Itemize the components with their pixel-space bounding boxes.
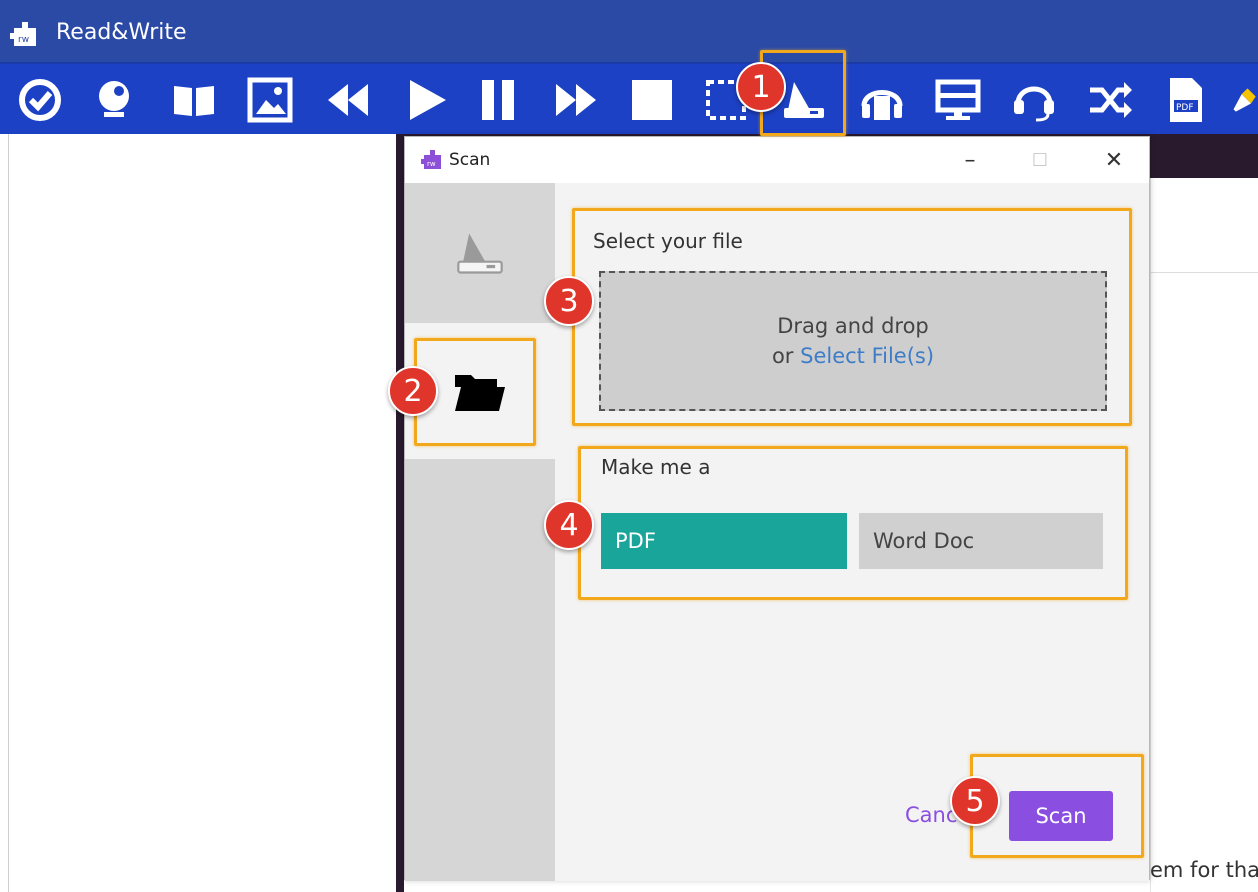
fast-forward-icon[interactable] [548, 72, 604, 128]
svg-text:PDF: PDF [1176, 103, 1194, 113]
scanner-icon [457, 233, 503, 274]
step-badge: 2 [388, 366, 438, 416]
screenshot-root: rw Read&Write PDF em for that rw Scan – … [0, 0, 1258, 892]
svg-text:rw: rw [18, 35, 29, 45]
dialog-titlebar: rw Scan – ☐ ✕ [405, 137, 1149, 183]
pause-icon[interactable] [470, 72, 526, 128]
close-button[interactable]: ✕ [1093, 143, 1135, 177]
background-window-edge [396, 178, 404, 892]
nav-scan-tab[interactable] [405, 183, 555, 323]
picture-dictionary-book-icon[interactable] [166, 72, 222, 128]
dictionary-icon[interactable] [86, 72, 142, 128]
shuffle-icon[interactable] [1082, 72, 1138, 128]
svg-text:rw: rw [427, 160, 436, 168]
dialog-title: Scan [449, 150, 491, 170]
step-badge: 1 [736, 62, 786, 112]
maximize-button[interactable]: ☐ [1019, 143, 1061, 177]
app-titlebar: rw Read&Write [0, 0, 1258, 62]
play-icon[interactable] [398, 72, 454, 128]
step-badge: 3 [544, 276, 594, 326]
read-and-write-logo-icon: rw [10, 22, 36, 46]
headset-icon[interactable] [1006, 72, 1062, 128]
background-partial-text: em for that [1150, 858, 1258, 882]
highlight-box-format [578, 446, 1128, 600]
read-and-write-logo-icon: rw [421, 150, 441, 169]
toolbar: PDF [0, 62, 1258, 134]
screen-masking-icon[interactable] [930, 72, 986, 128]
step-badge: 4 [544, 500, 594, 550]
picture-icon[interactable] [242, 72, 298, 128]
audio-maker-icon[interactable] [854, 72, 910, 128]
stop-icon[interactable] [624, 72, 680, 128]
highlight-box-select-file [572, 208, 1132, 426]
check-icon[interactable] [12, 72, 68, 128]
rewind-icon[interactable] [320, 72, 376, 128]
background-window-panel [1150, 178, 1258, 892]
cancel-button[interactable]: Canc [905, 803, 957, 827]
pdf-icon[interactable]: PDF [1158, 72, 1214, 128]
dialog-side-nav [405, 183, 555, 881]
document-left-border [8, 134, 9, 892]
minimize-button[interactable]: – [949, 143, 991, 177]
background-divider [1150, 272, 1258, 273]
highlighter-icon[interactable] [1230, 72, 1258, 128]
app-title: Read&Write [56, 20, 187, 45]
step-badge: 5 [950, 776, 1000, 826]
